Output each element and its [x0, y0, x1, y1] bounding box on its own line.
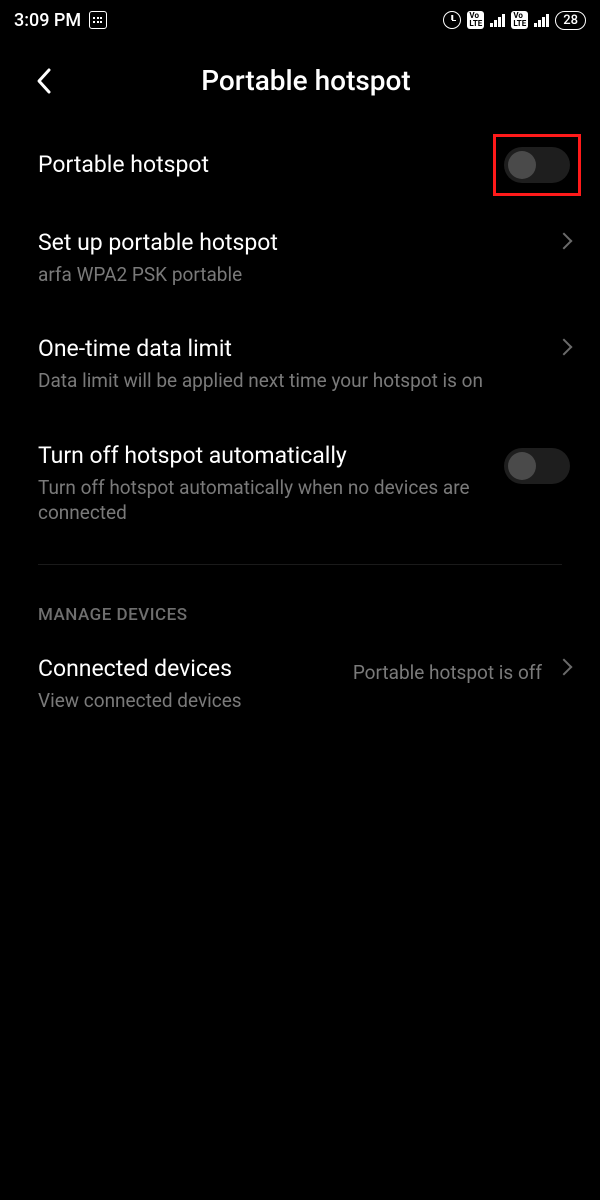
- connected-subtitle: View connected devices: [38, 688, 337, 714]
- row-connected-devices[interactable]: Connected devices View connected devices…: [0, 635, 600, 741]
- setup-title: Set up portable hotspot: [38, 229, 542, 258]
- page-title: Portable hotspot: [30, 64, 582, 97]
- keyboard-icon: [89, 11, 107, 29]
- battery-indicator: 28: [555, 11, 586, 30]
- signal-icon-1: [490, 13, 505, 27]
- status-right: VoLTE VoLTE 28: [443, 11, 586, 30]
- toggle-knob: [508, 452, 536, 480]
- chevron-right-icon: [556, 658, 573, 675]
- portable-hotspot-toggle[interactable]: [504, 147, 570, 183]
- highlight-box: [493, 134, 581, 196]
- clock: 3:09 PM: [14, 10, 81, 31]
- row-portable-hotspot[interactable]: Portable hotspot: [0, 121, 600, 209]
- auto-off-toggle[interactable]: [504, 448, 570, 484]
- auto-off-title: Turn off hotspot automatically: [38, 442, 488, 471]
- auto-off-subtitle: Turn off hotspot automatically when no d…: [38, 475, 488, 526]
- portable-hotspot-label: Portable hotspot: [38, 151, 488, 180]
- data-limit-title: One-time data limit: [38, 335, 542, 364]
- signal-icon-2: [534, 13, 549, 27]
- volte-icon-2: VoLTE: [511, 11, 528, 29]
- setup-subtitle: arfa WPA2 PSK portable: [38, 262, 542, 288]
- chevron-right-icon: [556, 339, 573, 356]
- chevron-right-icon: [556, 233, 573, 250]
- toggle-knob: [508, 151, 536, 179]
- page-header: Portable hotspot: [0, 40, 600, 121]
- connected-value: Portable hotspot is off: [353, 661, 542, 686]
- row-data-limit[interactable]: One-time data limit Data limit will be a…: [0, 315, 600, 421]
- alarm-icon: [443, 11, 461, 29]
- status-bar: 3:09 PM VoLTE VoLTE 28: [0, 0, 600, 40]
- status-left: 3:09 PM: [14, 10, 107, 31]
- section-manage-devices: MANAGE DEVICES: [0, 565, 600, 635]
- row-auto-off[interactable]: Turn off hotspot automatically Turn off …: [0, 422, 600, 554]
- connected-title: Connected devices: [38, 655, 337, 684]
- data-limit-subtitle: Data limit will be applied next time you…: [38, 368, 542, 394]
- volte-icon-1: VoLTE: [467, 11, 484, 29]
- row-setup-hotspot[interactable]: Set up portable hotspot arfa WPA2 PSK po…: [0, 209, 600, 315]
